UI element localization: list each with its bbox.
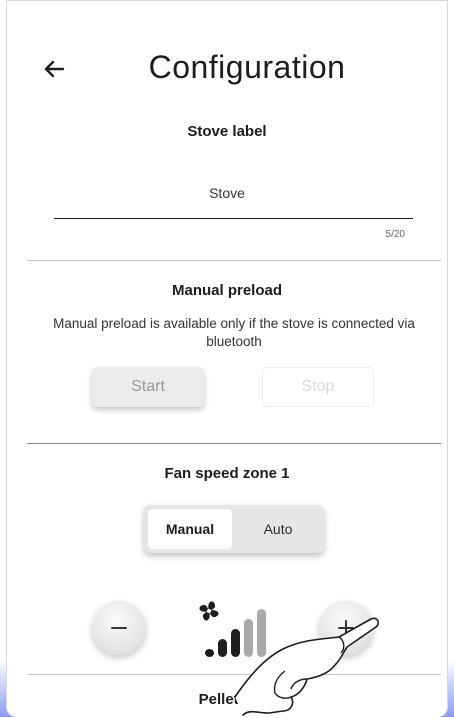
manual-preload-description: Manual preload is available only if the …	[53, 316, 415, 349]
divider	[27, 674, 441, 675]
manual-preload-title: Manual preload	[171, 282, 283, 299]
fan-level-bar	[231, 629, 240, 657]
increase-button[interactable]	[319, 601, 373, 655]
fan-icon	[199, 601, 219, 621]
toggle-auto[interactable]: Auto	[236, 509, 320, 549]
divider	[27, 443, 441, 444]
start-button[interactable]: Start	[92, 367, 204, 407]
plus-icon	[338, 620, 354, 636]
toggle-manual[interactable]: Manual	[148, 509, 232, 549]
stop-button[interactable]: Stop	[262, 367, 374, 407]
minus-icon	[111, 627, 127, 629]
app-screen: Configuration Stove label Stove 5/20 Man…	[6, 0, 448, 717]
stove-label-underline	[54, 218, 413, 219]
stove-label-title: Stove label	[187, 123, 267, 140]
divider	[27, 260, 441, 261]
fan-speed-title: Fan speed zone 1	[164, 465, 290, 482]
decrease-button[interactable]	[92, 601, 146, 655]
fan-level-indicator	[199, 601, 266, 657]
stove-label-input[interactable]: Stove	[7, 185, 447, 201]
page-title: Configuration	[148, 49, 346, 85]
pellet-mode-title: Pellet mo	[198, 691, 266, 708]
fan-level-bar	[218, 639, 227, 657]
character-counter: 5/20	[385, 229, 405, 240]
fan-mode-toggle: Manual Auto	[144, 505, 324, 553]
fan-level-bar	[244, 619, 253, 657]
fan-level-bar	[257, 609, 266, 657]
fan-level-bar	[205, 649, 214, 657]
